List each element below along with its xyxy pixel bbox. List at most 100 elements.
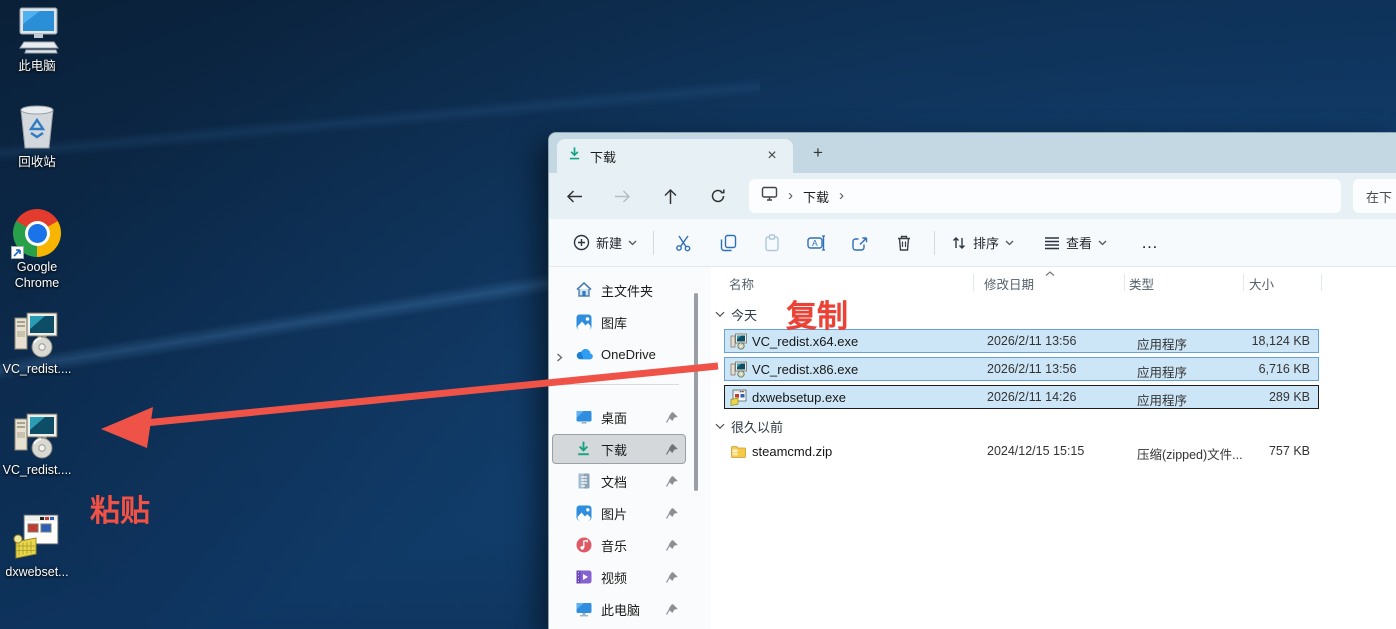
- up-button[interactable]: [654, 180, 686, 212]
- column-header-date[interactable]: 修改日期: [984, 274, 1034, 293]
- tab-close-button[interactable]: ×: [761, 145, 783, 167]
- chevron-down-icon: [715, 423, 725, 429]
- sidebar-item-onedrive[interactable]: OneDrive: [552, 339, 686, 369]
- tab-downloads[interactable]: 下载 ×: [557, 139, 793, 173]
- desktop-icon-label: VC_redist....: [2, 362, 72, 376]
- delete-button[interactable]: [882, 226, 926, 260]
- file-size: 289 KB: [1268, 390, 1310, 404]
- sort-arrows-icon: [953, 236, 966, 249]
- forward-button[interactable]: [606, 180, 638, 212]
- cut-button[interactable]: [662, 226, 706, 260]
- file-date: 2024/12/15 15:15: [987, 444, 1085, 458]
- sidebar-item-documents[interactable]: 文档: [552, 466, 686, 496]
- back-button[interactable]: [558, 180, 590, 212]
- share-button[interactable]: [838, 226, 882, 260]
- rename-button[interactable]: A: [794, 226, 838, 260]
- explorer-main: 主文件夹 图库 OneDrive 桌面 下载 文档 图片 音乐 视频 此电脑 名…: [549, 267, 1396, 629]
- paste-button[interactable]: [750, 226, 794, 260]
- column-divider: [1124, 274, 1125, 291]
- sidebar-scrollbar[interactable]: [694, 293, 698, 491]
- new-tab-button[interactable]: +: [805, 141, 831, 165]
- chevron-down-icon: [715, 311, 725, 317]
- file-name: VC_redist.x64.exe: [752, 334, 859, 349]
- column-header-size[interactable]: 大小: [1249, 274, 1274, 293]
- column-divider: [1243, 274, 1244, 291]
- chevron-down-icon: [628, 240, 637, 245]
- column-header-row: 名称 修改日期 类型 大小: [711, 269, 1396, 295]
- installer-icon: [12, 410, 62, 460]
- group-header-today[interactable]: 今天: [715, 303, 757, 325]
- desktop-icon-label: 回收站: [18, 155, 56, 169]
- breadcrumb-chevron: ›: [788, 186, 793, 204]
- file-name: dxwebsetup.exe: [752, 390, 846, 405]
- sidebar-item-gallery[interactable]: 图库: [552, 307, 686, 337]
- pin-icon: [665, 507, 678, 520]
- file-type: 应用程序: [1137, 366, 1188, 380]
- refresh-button[interactable]: [702, 180, 734, 212]
- desktop-icon-this-pc[interactable]: 此电脑: [0, 6, 74, 75]
- sidebar-item-label: 文档: [601, 474, 628, 490]
- sidebar-item-label: 视频: [601, 570, 628, 586]
- sidebar-item-videos[interactable]: 视频: [552, 562, 686, 592]
- shortcut-arrow-icon: [11, 246, 24, 259]
- desktop-icon-label: Google Chrome: [14, 260, 60, 290]
- breadcrumb-item-downloads[interactable]: 下载: [803, 187, 829, 206]
- sidebar-item-this-pc[interactable]: 此电脑: [552, 594, 686, 624]
- file-type: 压缩(zipped)文件...: [1137, 448, 1243, 462]
- toolbar-separator: [653, 230, 655, 255]
- sidebar-item-label: 音乐: [601, 538, 628, 554]
- view-button-label: 查看: [1066, 236, 1093, 251]
- desktop-icon-vc-redist-1[interactable]: VC_redist....: [0, 309, 74, 378]
- desktop-icon-label: dxwebset...: [5, 565, 69, 579]
- sidebar-item-label: 图片: [601, 506, 628, 522]
- copy-button[interactable]: [706, 226, 750, 260]
- desktop-icon-label: VC_redist....: [2, 463, 72, 477]
- sidebar-item-label: 图库: [601, 315, 628, 331]
- file-row-vc-redist-x86[interactable]: VC_redist.x86.exe 2026/2/11 13:56 应用程序 6…: [724, 357, 1319, 381]
- column-divider: [973, 274, 974, 291]
- sidebar-item-pictures[interactable]: 图片: [552, 498, 686, 528]
- desktop-icon-recycle-bin[interactable]: 回收站: [0, 102, 74, 171]
- tab-title: 下载: [590, 149, 617, 165]
- sidebar-item-home[interactable]: 主文件夹: [552, 275, 686, 305]
- sidebar-item-label: OneDrive: [601, 346, 656, 362]
- gallery-icon: [575, 313, 593, 331]
- sidebar-item-label: 主文件夹: [601, 283, 654, 299]
- sidebar-item-label: 桌面: [601, 410, 628, 426]
- file-date: 2026/2/11 13:56: [987, 362, 1077, 376]
- desktop-icon-dxwebsetup[interactable]: dxwebset...: [0, 512, 74, 581]
- onedrive-cloud-icon: [575, 345, 593, 363]
- music-icon: [575, 536, 593, 554]
- file-row-dxwebsetup[interactable]: dxwebsetup.exe 2026/2/11 14:26 应用程序 289 …: [724, 385, 1319, 409]
- more-options-button[interactable]: …: [1129, 233, 1171, 253]
- file-row-vc-redist-x64[interactable]: VC_redist.x64.exe 2026/2/11 13:56 应用程序 1…: [724, 329, 1319, 353]
- sidebar-item-music[interactable]: 音乐: [552, 530, 686, 560]
- pictures-icon: [575, 504, 593, 522]
- view-button[interactable]: 查看: [1036, 227, 1115, 258]
- file-row-steamcmd[interactable]: steamcmd.zip 2024/12/15 15:15 压缩(zipped)…: [724, 439, 1319, 463]
- document-icon: [575, 472, 593, 490]
- chevron-down-icon: [1098, 240, 1107, 245]
- file-explorer-window: 下载 × + › 下载 › 在下 新建 A 排序 查看 … 主文件夹 图库 On…: [548, 132, 1396, 629]
- desktop-icon-label: 此电脑: [18, 59, 56, 73]
- column-header-type[interactable]: 类型: [1129, 274, 1154, 293]
- file-date: 2026/2/11 14:26: [987, 390, 1077, 404]
- address-bar[interactable]: › 下载 ›: [749, 179, 1341, 213]
- installer-file-icon: [730, 333, 747, 350]
- video-icon: [575, 568, 593, 586]
- installer-file-icon: [730, 361, 747, 378]
- recycle-bin-icon: [13, 102, 61, 152]
- installer-icon: [12, 309, 62, 359]
- this-pc-icon: [12, 6, 62, 56]
- file-name: VC_redist.x86.exe: [752, 362, 859, 377]
- group-header-long-ago[interactable]: 很久以前: [715, 415, 783, 437]
- desktop-icon-vc-redist-2[interactable]: VC_redist....: [0, 410, 74, 479]
- sidebar-item-downloads[interactable]: 下载: [552, 434, 686, 464]
- desktop-icon-google-chrome[interactable]: Google Chrome: [0, 207, 74, 291]
- sidebar-item-desktop[interactable]: 桌面: [552, 402, 686, 432]
- new-button[interactable]: 新建: [565, 227, 645, 258]
- column-header-name[interactable]: 名称: [729, 274, 754, 293]
- search-input[interactable]: 在下: [1353, 179, 1396, 213]
- setup-file-icon: [730, 389, 747, 406]
- sort-button[interactable]: 排序: [943, 227, 1022, 258]
